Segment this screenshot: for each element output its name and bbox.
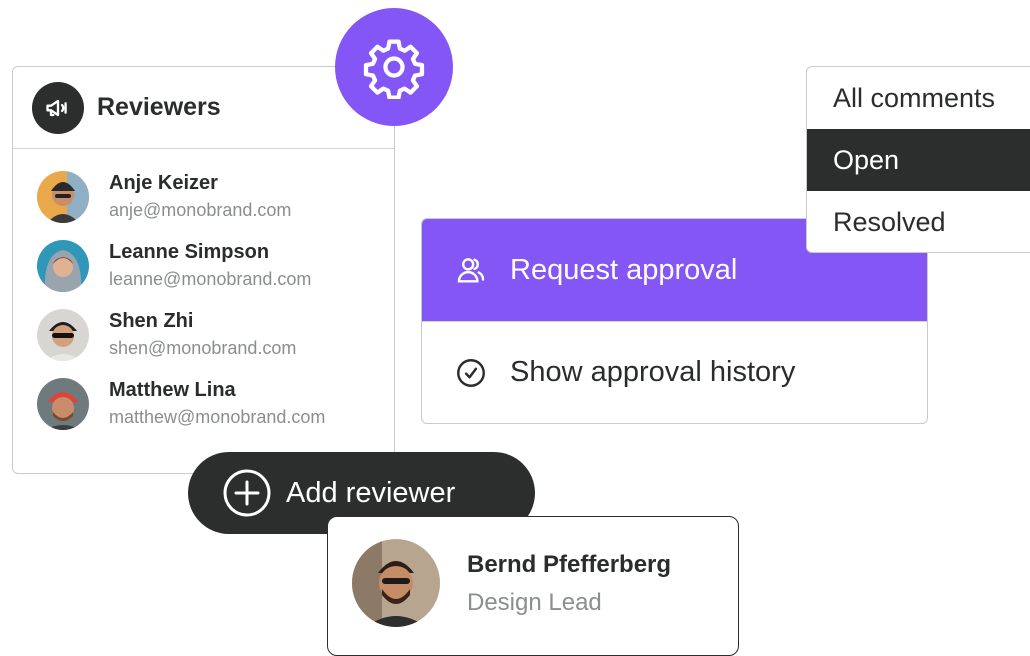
reviewer-email: leanne@monobrand.com xyxy=(109,268,312,289)
reviewers-title: Reviewers xyxy=(97,93,221,121)
reviewer-email: matthew@monobrand.com xyxy=(109,406,326,427)
comment-filter-menu: All comments Open Resolved xyxy=(806,66,1030,253)
avatar xyxy=(37,308,89,361)
check-circle-icon xyxy=(457,358,485,387)
reviewer-item[interactable]: Anje Keizer anje@monobrand.com xyxy=(13,162,394,231)
request-approval-label: Request approval xyxy=(510,253,738,286)
gear-icon xyxy=(363,39,425,99)
profile-card[interactable]: Bernd Pfefferberg Design Lead xyxy=(327,516,739,656)
reviewer-item[interactable]: Shen Zhi shen@monobrand.com xyxy=(13,300,394,369)
users-icon xyxy=(457,258,485,283)
plus-circle-icon xyxy=(223,469,271,517)
avatar xyxy=(37,239,89,292)
megaphone-icon xyxy=(32,81,84,134)
add-reviewer-label: Add reviewer xyxy=(286,476,456,509)
reviewers-list: Anje Keizer anje@monobrand.com Leanne Si… xyxy=(13,149,394,438)
reviewer-item[interactable]: Leanne Simpson leanne@monobrand.com xyxy=(13,231,394,300)
filter-option-open[interactable]: Open xyxy=(807,129,1030,191)
reviewer-item[interactable]: Matthew Lina matthew@monobrand.com xyxy=(13,369,394,438)
filter-option-resolved[interactable]: Resolved xyxy=(807,191,1030,252)
reviewer-name: Anje Keizer xyxy=(109,171,218,194)
avatar xyxy=(37,170,89,223)
reviewers-panel: Reviewers Anje Keizer anje@monobrand.com xyxy=(12,66,395,474)
avatar xyxy=(352,539,440,627)
reviewer-name: Leanne Simpson xyxy=(109,240,270,263)
settings-button[interactable] xyxy=(335,8,453,126)
approval-history-label: Show approval history xyxy=(510,356,796,388)
profile-role: Design Lead xyxy=(467,589,602,616)
reviewer-email: anje@monobrand.com xyxy=(109,199,292,220)
avatar xyxy=(37,377,89,430)
approval-history-item[interactable]: Show approval history xyxy=(422,321,927,423)
reviewer-name: Shen Zhi xyxy=(109,309,194,332)
profile-name: Bernd Pfefferberg xyxy=(467,551,672,578)
filter-option-all[interactable]: All comments xyxy=(807,67,1030,129)
reviewer-name: Matthew Lina xyxy=(109,378,236,401)
reviewer-email: shen@monobrand.com xyxy=(109,337,297,358)
